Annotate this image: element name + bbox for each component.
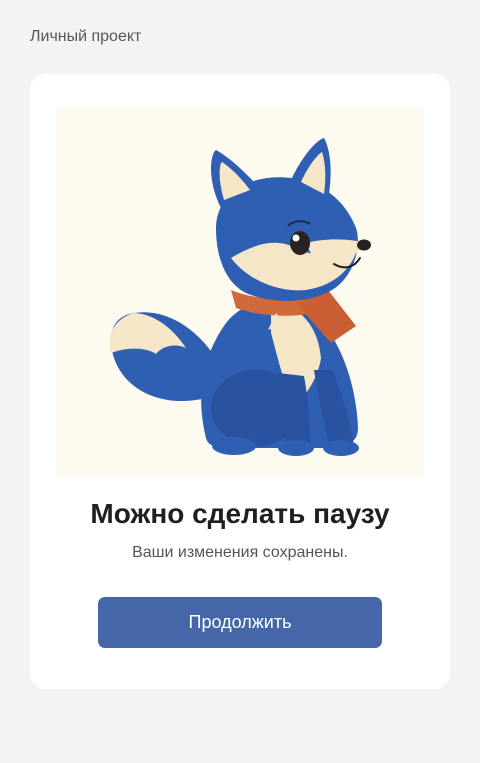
pause-card: Можно сделать паузу Ваши изменения сохра… (30, 74, 450, 689)
fox-mascot-illustration (56, 108, 424, 476)
project-title: Личный проект (30, 28, 142, 45)
continue-button[interactable]: Продолжить (98, 597, 382, 648)
pause-title: Можно сделать паузу (90, 498, 390, 529)
saved-changes-message: Ваши изменения сохранены. (132, 544, 348, 561)
fox-illustration-svg (109, 138, 371, 456)
